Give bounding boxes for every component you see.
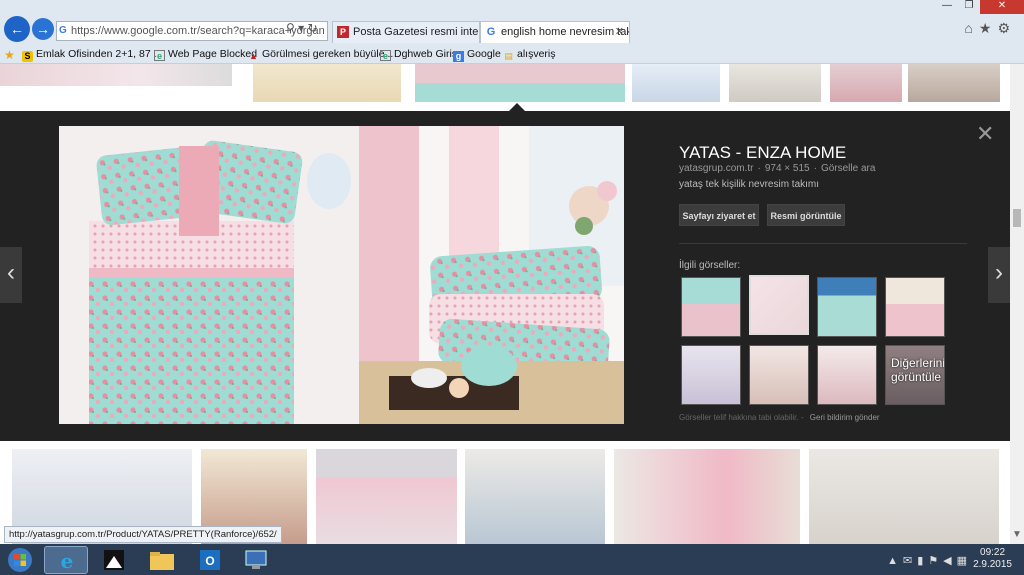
mail-icon[interactable]: ✉ (903, 555, 917, 567)
close-detail-icon[interactable]: ✕ (976, 123, 994, 145)
close-tab-icon[interactable]: ✕ (615, 22, 624, 42)
more-related-label: Diğerlerini görüntüle (891, 356, 945, 384)
close-window-button[interactable]: ✕ (980, 0, 1024, 14)
image-dimensions: 974 × 515 (764, 163, 810, 174)
tab-label: english home nevresim tak... (501, 26, 630, 38)
favorites-star-icon[interactable]: ★ (979, 20, 998, 36)
result-thumbnail[interactable] (729, 64, 821, 102)
related-images-heading: İlgili görseller: (679, 260, 741, 271)
detail-source: yatasgrup.com.tr · 974 × 515 · Görselle ara (679, 163, 876, 174)
favorite-google[interactable]: g Google (453, 44, 501, 64)
flag-icon[interactable]: ⚑ (928, 555, 943, 567)
result-thumbnail[interactable] (908, 64, 1000, 102)
footer-separator: - (800, 413, 804, 422)
taskbar: e O ▲✉▮⚑◀▦ 09:22 2.9.2015 (0, 544, 1024, 575)
dropdown-icon[interactable]: ▾ (298, 21, 304, 35)
divider (679, 243, 967, 244)
main-preview-image[interactable] (59, 126, 624, 424)
browser-tools: ⌂★⚙ (964, 20, 1016, 37)
result-thumbnail[interactable] (830, 64, 902, 102)
google-favicon: G (486, 26, 496, 38)
add-favorite-icon[interactable]: ★ (4, 44, 18, 64)
vertical-scrollbar[interactable]: ▼ (1010, 64, 1024, 544)
detail-title[interactable]: YATAS - ENZA HOME (679, 143, 846, 163)
related-image-selected[interactable] (749, 275, 809, 335)
posta-favicon: P (337, 26, 349, 38)
image-detail-panel: ‹ › ✕ YATAS - ENZA HOME yatasgrup.com.tr… (0, 111, 1010, 441)
tab-label: Posta Gazetesi resmi internet si... (353, 26, 479, 38)
settings-gear-icon[interactable]: ⚙ (997, 20, 1016, 36)
svg-text:O: O (205, 554, 214, 568)
feedback-link[interactable]: Geri bildirim gönder (810, 413, 880, 422)
result-thumbnail-selected[interactable] (415, 64, 625, 102)
scrollbar-thumb[interactable] (1013, 209, 1021, 227)
related-image[interactable] (817, 345, 877, 405)
result-thumbnail[interactable] (809, 449, 999, 544)
bedding-photo (59, 126, 624, 424)
address-tools: ⚲ ▾ ↻ (286, 21, 318, 39)
favorite-web-page-blocked[interactable]: e Web Page Blocked (154, 44, 257, 64)
minimize-button[interactable]: — (936, 0, 958, 14)
status-bar-url: http://yatasgrup.com.tr/Product/YATAS/PR… (4, 526, 282, 543)
tab-english-home[interactable]: G english home nevresim tak... ✕ (480, 21, 630, 43)
search-by-image-link[interactable]: Görselle ara (821, 163, 875, 174)
visit-page-button[interactable]: Sayfayı ziyaret et (679, 204, 759, 226)
favorite-alisveris[interactable]: ▤ alışveriş (503, 44, 555, 64)
result-thumbnail[interactable] (614, 449, 800, 544)
show-hidden-icons-icon[interactable]: ▲ (887, 555, 903, 567)
related-image[interactable] (749, 345, 809, 405)
favorite-emlak[interactable]: S Emlak Ofisinden 2+1, 87 ... (22, 44, 162, 64)
favorite-gorulmesi[interactable]: ▲ Görülmesi gereken büyüle... (248, 44, 393, 64)
svg-text:e: e (61, 549, 74, 573)
scroll-down-icon[interactable]: ▼ (1012, 529, 1022, 540)
network-icon[interactable]: ▦ (957, 555, 972, 567)
back-button[interactable]: ← (4, 16, 30, 42)
favorite-dghweb[interactable]: e Dghweb Giriş (380, 44, 457, 64)
restore-button[interactable]: ❐ (958, 0, 980, 14)
related-image[interactable] (885, 277, 945, 337)
refresh-icon[interactable]: ↻ (308, 21, 318, 35)
remote-desktop-icon[interactable] (234, 546, 278, 574)
tab-posta[interactable]: P Posta Gazetesi resmi internet si... (332, 21, 480, 43)
google-favicon: G (59, 25, 67, 36)
clock-date: 2.9.2015 (973, 559, 1012, 570)
detail-footer: Görseller telif hakkına tabi olabilir. -… (679, 413, 880, 422)
result-thumbnail[interactable] (0, 64, 232, 86)
window-controls: — ❐ ✕ (936, 0, 1024, 14)
power-icon[interactable]: ▮ (917, 555, 928, 567)
result-thumbnail[interactable] (465, 449, 605, 544)
result-thumbnail[interactable] (316, 449, 457, 544)
result-thumbnail[interactable] (253, 64, 401, 102)
result-thumbnail[interactable] (632, 64, 720, 102)
start-button-icon[interactable] (2, 546, 38, 574)
file-explorer-icon[interactable] (140, 546, 184, 574)
previous-image-button[interactable]: ‹ (0, 247, 22, 303)
system-clock[interactable]: 09:22 2.9.2015 (973, 547, 1012, 571)
system-tray: ▲✉▮⚑◀▦ (887, 554, 972, 567)
related-image[interactable] (817, 277, 877, 337)
home-icon[interactable]: ⌂ (964, 20, 978, 36)
favorites-bar: ★ S Emlak Ofisinden 2+1, 87 ... e Web Page… (0, 44, 1024, 64)
search-results-page: ‹ › ✕ YATAS - ENZA HOME yatasgrup.com.tr… (0, 64, 1024, 544)
view-image-button[interactable]: Resmi görüntüle (767, 204, 845, 226)
forward-button[interactable]: → (32, 18, 54, 40)
related-image[interactable] (681, 345, 741, 405)
next-image-button[interactable]: › (988, 247, 1010, 303)
more-related-button[interactable]: Diğerlerini görüntüle (885, 345, 945, 405)
clock-time: 09:22 (980, 547, 1006, 558)
media-app-icon[interactable] (92, 546, 136, 574)
volume-icon[interactable]: ◀ (943, 555, 956, 567)
internet-explorer-icon[interactable]: e (44, 546, 88, 574)
outlook-icon[interactable]: O (188, 546, 232, 574)
copyright-notice: Görseller telif hakkına tabi olabilir. (679, 413, 799, 422)
browser-chrome: — ❐ ✕ ← → G https://www.google.com.tr/se… (0, 0, 1024, 64)
detail-description: yataş tek kişilik nevresim takımı (679, 179, 820, 190)
source-domain[interactable]: yatasgrup.com.tr (679, 163, 753, 174)
search-icon[interactable]: ⚲ (286, 21, 295, 35)
related-image[interactable] (681, 277, 741, 337)
